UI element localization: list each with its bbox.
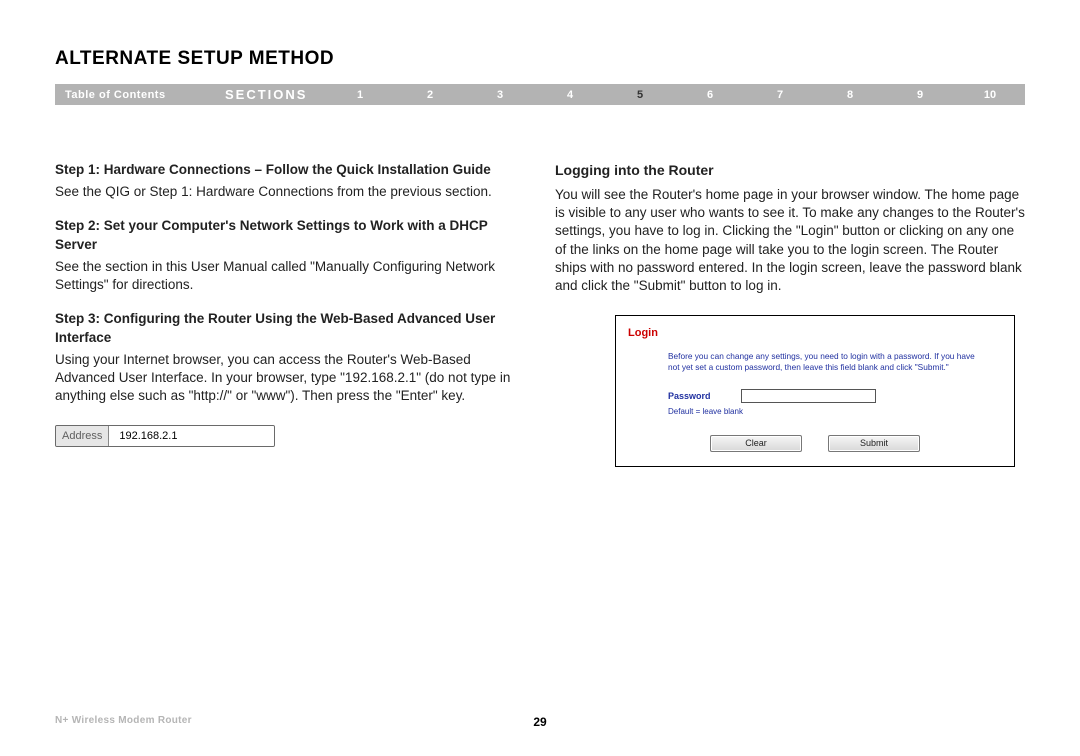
address-value: 192.168.2.1 bbox=[109, 426, 274, 446]
login-header: Login bbox=[628, 326, 1002, 341]
left-column: Step 1: Hardware Connections – Follow th… bbox=[55, 161, 525, 467]
right-column: Logging into the Router You will see the… bbox=[555, 161, 1025, 467]
footer-page-number: 29 bbox=[533, 715, 546, 729]
password-label: Password bbox=[668, 390, 711, 402]
step2-heading: Step 2: Set your Computer's Network Sett… bbox=[55, 217, 525, 253]
logging-in-body: You will see the Router's home page in y… bbox=[555, 186, 1025, 295]
nav-section-7[interactable]: 7 bbox=[745, 89, 815, 101]
content-columns: Step 1: Hardware Connections – Follow th… bbox=[55, 161, 1025, 467]
password-row: Password bbox=[668, 389, 1002, 403]
address-label: Address bbox=[56, 426, 109, 446]
nav-section-6[interactable]: 6 bbox=[675, 89, 745, 101]
footer: N+ Wireless Modem Router 29 bbox=[55, 715, 1025, 726]
step3-body: Using your Internet browser, you can acc… bbox=[55, 351, 525, 406]
nav-section-4[interactable]: 4 bbox=[535, 89, 605, 101]
password-hint: Default = leave blank bbox=[668, 407, 1002, 418]
step3-heading: Step 3: Configuring the Router Using the… bbox=[55, 310, 525, 346]
footer-product: N+ Wireless Modem Router bbox=[55, 715, 192, 726]
nav-section-1[interactable]: 1 bbox=[325, 89, 395, 101]
submit-button[interactable]: Submit bbox=[828, 435, 920, 452]
password-input[interactable] bbox=[741, 389, 876, 403]
page-title: ALTERNATE SETUP METHOD bbox=[55, 48, 1025, 70]
browser-address-bar: Address 192.168.2.1 bbox=[55, 425, 275, 447]
nav-section-9[interactable]: 9 bbox=[885, 89, 955, 101]
nav-sections-label: SECTIONS bbox=[225, 87, 325, 102]
nav-toc[interactable]: Table of Contents bbox=[55, 89, 225, 101]
step1-body: See the QIG or Step 1: Hardware Connecti… bbox=[55, 183, 525, 201]
nav-section-3[interactable]: 3 bbox=[465, 89, 535, 101]
nav-section-10[interactable]: 10 bbox=[955, 89, 1025, 101]
login-panel: Login Before you can change any settings… bbox=[615, 315, 1015, 467]
clear-button[interactable]: Clear bbox=[710, 435, 802, 452]
login-buttons: Clear Submit bbox=[628, 435, 1002, 452]
sections-nav: Table of Contents SECTIONS 1 2 3 4 5 6 7… bbox=[55, 84, 1025, 105]
nav-section-2[interactable]: 2 bbox=[395, 89, 465, 101]
step1-heading: Step 1: Hardware Connections – Follow th… bbox=[55, 161, 525, 179]
logging-in-heading: Logging into the Router bbox=[555, 161, 1025, 180]
step2-body: See the section in this User Manual call… bbox=[55, 258, 525, 294]
nav-section-8[interactable]: 8 bbox=[815, 89, 885, 101]
nav-section-5[interactable]: 5 bbox=[605, 89, 675, 101]
login-instruction: Before you can change any settings, you … bbox=[668, 351, 988, 373]
